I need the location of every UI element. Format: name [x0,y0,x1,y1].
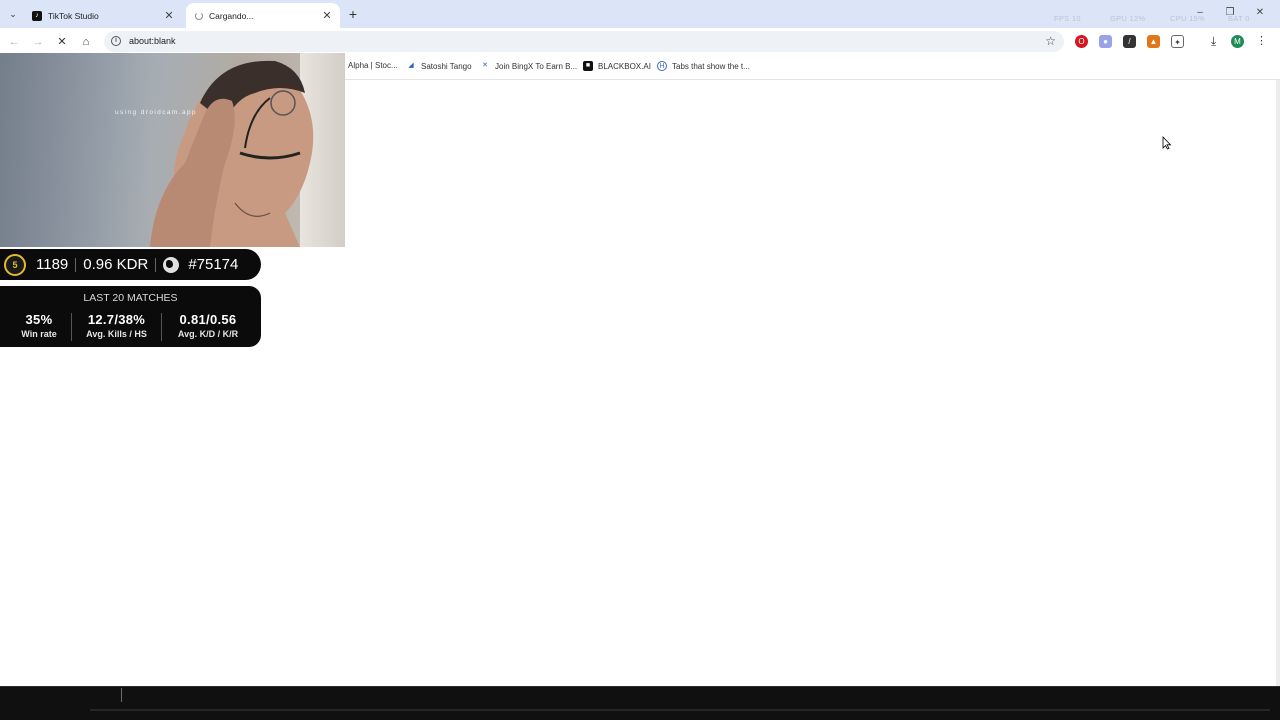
bookmark-item[interactable]: ■ BLACKBOX.AI [583,61,651,71]
divider [161,313,162,341]
mouse-cursor-icon [1162,136,1172,150]
faceit-elo: 1189 [36,256,69,273]
close-tab-icon[interactable]: ✕ [162,9,176,23]
forward-button[interactable]: → [30,34,46,50]
streamer-silhouette [150,60,314,247]
profile-avatar[interactable]: M [1231,35,1244,48]
home-button[interactable]: ⌂ [78,34,94,50]
last-matches-panel: LAST 20 MATCHES 35% Win rate 12.7/38% Av… [0,286,261,347]
bookmark-label: BLACKBOX.AI [598,61,651,71]
tab-cargando[interactable]: Cargando... ✕ [186,3,340,28]
bookmark-item[interactable]: ✕ Join BingX To Earn B... [480,61,577,71]
stat-value: 0.81/0.56 [179,312,237,327]
new-tab-button[interactable]: + [345,6,361,22]
pen-extension-icon[interactable]: / [1123,35,1136,48]
stat-value: 35% [25,312,53,327]
webcam-feed: using droidcam.app [0,53,345,247]
bookmark-label: Satoshi Tango [421,61,472,71]
stat-value: 12.7/38% [87,312,146,327]
bubble-extension-icon[interactable]: ● [1099,35,1112,48]
faceit-level-icon: 5 [4,253,26,276]
metamask-icon[interactable]: ▲ [1147,35,1160,48]
browser-toolbar: ← → ✕ ⌂ i about:blank ☆ O ● / ▲ ✦ ⤓ M ⋮ [0,28,1280,54]
stat-win-rate: 35% Win rate [8,312,70,339]
globe-icon [163,256,180,273]
minimize-icon[interactable]: – [1193,6,1207,20]
stop-loading-button[interactable]: ✕ [54,34,70,50]
menu-kebab-icon[interactable]: ⋮ [1255,35,1268,48]
tab-tiktok-studio[interactable]: ♪ TikTok Studio ✕ [26,3,182,28]
faceit-stats-bar: 5 1189 0.96 KDR #75174 [0,249,261,280]
address-url[interactable]: about:blank [129,36,176,46]
bookmark-item[interactable]: ◢ Satoshi Tango [406,61,472,71]
webcam-watermark: using droidcam.app [115,109,197,116]
bookmark-label: Alpha | Stoc... [348,61,398,70]
restore-icon[interactable]: ❐ [1223,6,1237,20]
bookmark-item[interactable]: H Tabs that show the t... [657,61,750,71]
divider [75,257,77,272]
tab-search-button[interactable]: ⌄ [4,5,22,23]
hud-fps: FPS 10 [1054,14,1081,23]
bookmark-label: Tabs that show the t... [672,61,750,71]
stat-label: Win rate [21,329,57,339]
extensions-puzzle-icon[interactable]: ✦ [1171,35,1184,48]
text-caret [121,688,122,702]
page-scrollbar[interactable] [1276,80,1280,686]
h-icon: H [657,61,667,71]
hud-gpu: GPU 12% [1110,14,1146,23]
faceit-kdr: 0.96 KDR [83,256,149,273]
divider [155,257,157,272]
bottom-panel [0,686,1280,720]
horizontal-scrollbar[interactable] [90,709,1270,711]
bingx-icon: ✕ [482,62,488,69]
divider [71,313,72,341]
matches-heading: LAST 20 MATCHES [83,292,178,304]
close-tab-icon[interactable]: ✕ [320,9,334,23]
bookmark-star-icon[interactable]: ☆ [1045,34,1056,48]
tab-strip: ⌄ ♪ TikTok Studio ✕ Cargando... ✕ + FPS … [0,0,1280,28]
bookmark-item[interactable]: Alpha | Stoc... [348,61,398,70]
downloads-icon[interactable]: ⤓ [1207,35,1220,48]
tab-title: TikTok Studio [48,10,99,21]
stat-label: Avg. Kills / HS [86,329,147,339]
site-info-icon[interactable]: i [111,36,121,46]
address-bar[interactable]: i about:blank ☆ [104,31,1064,52]
window-close-icon[interactable]: ✕ [1253,6,1267,20]
blackbox-icon: ■ [583,61,593,71]
stat-kills-hs: 12.7/38% Avg. Kills / HS [74,312,159,339]
bookmark-label: Join BingX To Earn B... [495,61,578,71]
loading-spinner-icon [195,11,203,20]
satoshi-icon: ◢ [408,62,414,69]
stat-label: Avg. K/D / K/R [177,329,239,339]
back-button[interactable]: ← [6,34,22,50]
stat-kd-kr: 0.81/0.56 Avg. K/D / K/R [164,312,252,339]
faceit-rank: #75174 [188,256,239,273]
tiktok-icon: ♪ [32,10,42,21]
tab-title: Cargando... [209,10,254,21]
opera-extension-icon[interactable]: O [1075,35,1088,48]
